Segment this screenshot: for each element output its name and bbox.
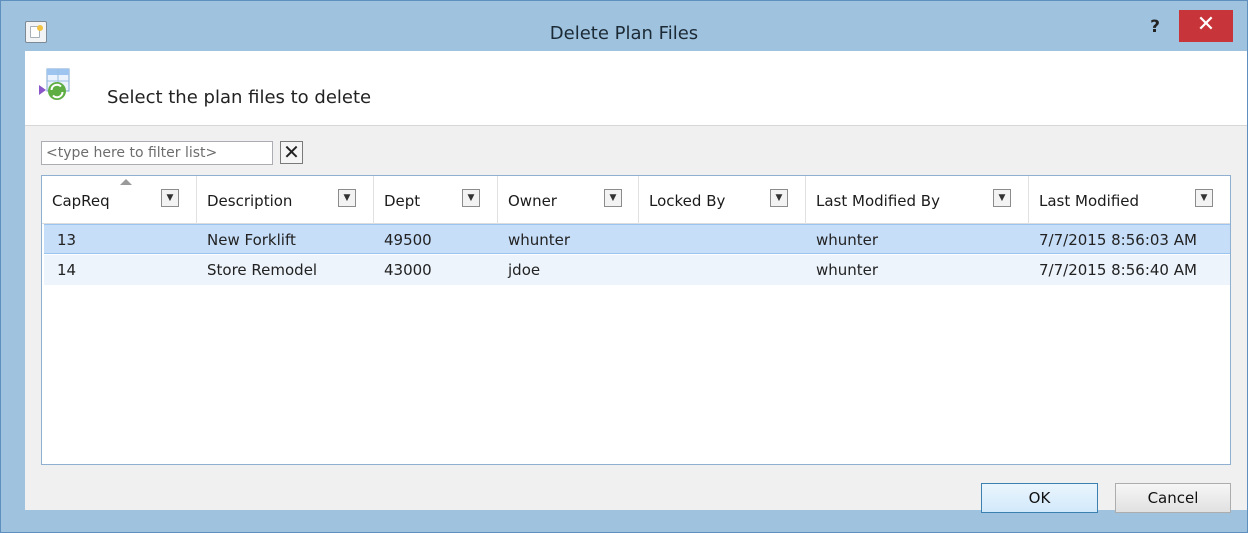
filter-input[interactable] [41, 141, 273, 165]
cell-last-modified: 7/7/2015 8:56:03 AM [1039, 231, 1197, 249]
clear-filter-button[interactable]: ✕ [280, 141, 303, 164]
instruction-band: Select the plan files to delete [25, 51, 1247, 126]
cell-capreq: 14 [57, 261, 77, 279]
column-filter-locked-by-button[interactable]: ▼ [770, 189, 788, 207]
column-header-locked-by[interactable]: Locked By ▼ [639, 176, 806, 224]
column-filter-capreq-button[interactable]: ▼ [161, 189, 179, 207]
column-header-last-modified[interactable]: Last Modified ▼ [1029, 176, 1230, 224]
instruction-text: Select the plan files to delete [107, 87, 372, 108]
column-label: Owner [508, 192, 557, 210]
cell-capreq: 13 [57, 231, 77, 249]
cell-dept: 49500 [384, 231, 432, 249]
column-filter-owner-button[interactable]: ▼ [604, 189, 622, 207]
dialog-title: Delete Plan Files [549, 23, 699, 44]
cell-last-modified-by: whunter [816, 231, 879, 249]
cell-owner: whunter [508, 231, 571, 249]
cell-description: Store Remodel [207, 261, 318, 279]
help-button[interactable]: ? [1145, 17, 1165, 39]
column-label: Description [207, 192, 293, 210]
column-header-dept[interactable]: Dept ▼ [374, 176, 498, 224]
ok-button[interactable]: OK [981, 483, 1098, 513]
column-label: CapReq [52, 192, 110, 210]
cell-last-modified-by: whunter [816, 261, 879, 279]
column-label: Last Modified By [816, 192, 940, 210]
plan-files-icon [39, 68, 70, 100]
cell-last-modified: 7/7/2015 8:56:40 AM [1039, 261, 1197, 279]
cell-description: New Forklift [207, 231, 296, 249]
column-filter-dept-button[interactable]: ▼ [462, 189, 480, 207]
plan-files-grid[interactable]: CapReq ▼ Description ▼ Dept ▼ Owner ▼ Lo… [41, 175, 1231, 465]
column-filter-last-modified-by-button[interactable]: ▼ [993, 189, 1011, 207]
title-bar[interactable]: Delete Plan Files ? ✕ [1, 1, 1247, 51]
cell-owner: jdoe [508, 261, 541, 279]
close-button[interactable]: ✕ [1179, 10, 1233, 42]
cell-dept: 43000 [384, 261, 432, 279]
dialog-window: Delete Plan Files ? ✕ Select the plan fi… [0, 0, 1248, 533]
column-header-capreq[interactable]: CapReq ▼ [42, 176, 197, 224]
column-header-owner[interactable]: Owner ▼ [498, 176, 639, 224]
column-filter-description-button[interactable]: ▼ [338, 189, 356, 207]
cancel-button[interactable]: Cancel [1115, 483, 1231, 513]
table-row[interactable]: 13 New Forklift 49500 whunter whunter 7/… [44, 224, 1230, 254]
column-header-last-modified-by[interactable]: Last Modified By ▼ [806, 176, 1029, 224]
column-label: Last Modified [1039, 192, 1140, 210]
grid-header: CapReq ▼ Description ▼ Dept ▼ Owner ▼ Lo… [42, 176, 1230, 224]
column-filter-last-modified-button[interactable]: ▼ [1195, 189, 1213, 207]
table-row[interactable]: 14 Store Remodel 43000 jdoe whunter 7/7/… [44, 255, 1230, 285]
column-label: Locked By [649, 192, 726, 210]
column-header-description[interactable]: Description ▼ [197, 176, 374, 224]
column-label: Dept [384, 192, 421, 210]
sort-ascending-icon [120, 179, 132, 185]
